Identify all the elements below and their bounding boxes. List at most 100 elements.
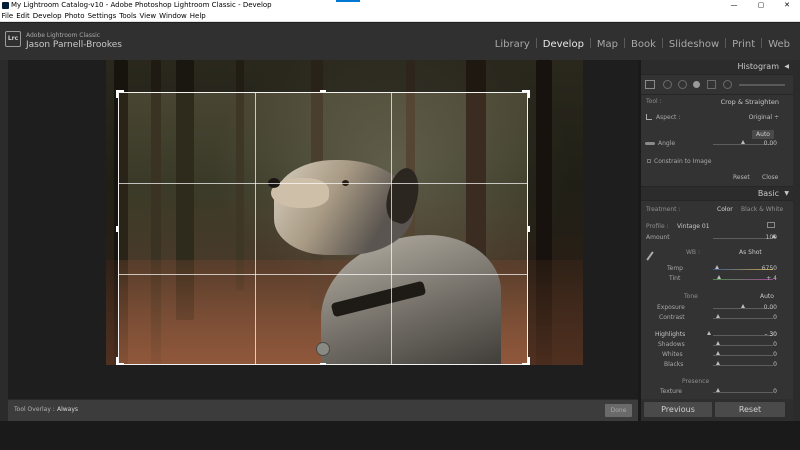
module-book[interactable]: Book (631, 39, 656, 50)
panel-divider (641, 94, 793, 95)
straighten-tool-icon[interactable] (645, 142, 655, 145)
menu-settings[interactable]: Settings (86, 11, 118, 22)
highlights-slider-knob[interactable] (707, 331, 711, 335)
module-library[interactable]: Library (495, 39, 530, 50)
texture-slider[interactable] (713, 392, 773, 393)
menu-bar: File Edit Develop Photo Settings Tools View Win… (0, 11, 800, 22)
amount-value[interactable]: 100 (766, 234, 777, 241)
identity-plate: Lrc Adobe Lightroom Classic Jason Parnel… (0, 23, 800, 60)
minimize-button[interactable]: — (721, 0, 747, 11)
contrast-slider-knob[interactable] (716, 314, 720, 318)
exposure-slider-knob[interactable] (741, 304, 745, 308)
angle-label: Angle (658, 140, 676, 147)
tint-slider[interactable] (713, 279, 773, 280)
crop-handle-bottom-left[interactable] (116, 357, 118, 365)
previous-button[interactable]: Previous (644, 402, 712, 417)
angle-slider-knob[interactable] (741, 140, 745, 144)
crop-frame[interactable] (118, 92, 528, 365)
menu-view[interactable]: View (138, 11, 158, 22)
contrast-value[interactable]: 0 (773, 314, 777, 321)
histogram-header[interactable]: Histogram ◀ (641, 60, 793, 74)
contrast-slider[interactable] (713, 318, 773, 319)
shadows-slider-knob[interactable] (716, 341, 720, 345)
treatment-bw-button[interactable]: Black & White (741, 206, 783, 213)
module-print[interactable]: Print (732, 39, 755, 50)
eyedropper-icon[interactable] (646, 251, 654, 261)
crop-grid-line (255, 93, 256, 364)
module-separator (535, 38, 537, 48)
crop-reset-button[interactable]: Reset (733, 174, 750, 181)
left-panel-collapsed[interactable] (0, 60, 8, 421)
basic-header[interactable]: Basic ▼ (641, 187, 793, 200)
temp-slider-knob[interactable] (715, 265, 719, 269)
profile-browser-icon[interactable] (767, 222, 775, 228)
crop-grid-line (119, 183, 527, 184)
blacks-slider[interactable] (713, 365, 773, 366)
tone-auto-button[interactable]: Auto (760, 293, 774, 300)
graduated-filter-icon[interactable] (693, 81, 700, 88)
shadows-value[interactable]: 0 (773, 341, 777, 348)
highlights-value[interactable]: – 30 (764, 331, 777, 338)
done-button[interactable]: Done (605, 404, 632, 417)
blacks-slider-knob[interactable] (716, 361, 720, 365)
module-map[interactable]: Map (597, 39, 618, 50)
crop-handle-right[interactable] (528, 226, 530, 232)
filmstrip-collapsed[interactable] (0, 421, 800, 450)
panel-divider (641, 74, 793, 75)
aspect-select[interactable]: Original ÷ (749, 114, 779, 121)
wb-select[interactable]: As Shot (739, 249, 762, 256)
lock-aspect-icon[interactable] (646, 114, 652, 120)
crop-mask-right (528, 92, 583, 365)
module-picker: Library Develop Map Book Slideshow Print Web (495, 38, 790, 50)
temp-value[interactable]: 6750 (762, 265, 777, 272)
crop-handle-bottom-right[interactable] (528, 357, 530, 365)
crop-handle-left[interactable] (116, 226, 118, 232)
module-develop[interactable]: Develop (543, 39, 584, 50)
reset-button[interactable]: Reset (715, 402, 785, 417)
menu-photo[interactable]: Photo (63, 11, 86, 22)
right-panel-edge[interactable] (793, 60, 800, 421)
menu-edit[interactable]: Edit (15, 11, 32, 22)
blacks-value[interactable]: 0 (773, 361, 777, 368)
radial-filter-icon[interactable] (707, 80, 716, 89)
whites-slider[interactable] (713, 355, 773, 356)
treatment-color-button[interactable]: Color (717, 206, 733, 213)
dog-photo[interactable] (106, 60, 583, 365)
menu-file[interactable]: File (0, 11, 15, 22)
profile-select[interactable]: Vintage 01 (677, 223, 710, 230)
module-web[interactable]: Web (768, 39, 790, 50)
tone-label: Tone (684, 293, 698, 300)
menu-help[interactable]: Help (188, 11, 207, 22)
menu-window[interactable]: Window (158, 11, 189, 22)
crop-tool-icon[interactable] (645, 80, 655, 89)
texture-value[interactable]: 0 (773, 388, 777, 395)
tool-value: Crop & Straighten (720, 98, 779, 106)
amount-slider[interactable] (713, 238, 773, 239)
shadows-slider[interactable] (713, 345, 773, 346)
basic-collapse-icon[interactable]: ▼ (784, 190, 789, 197)
maximize-button[interactable]: ▢ (748, 0, 774, 11)
crop-handle-top-right[interactable] (528, 90, 530, 98)
whites-slider-knob[interactable] (716, 351, 720, 355)
crop-handle-top[interactable] (320, 90, 326, 92)
crop-close-button[interactable]: Close (762, 174, 778, 181)
tool-overlay-select[interactable]: Always (57, 406, 622, 413)
constrain-checkbox[interactable] (647, 159, 651, 163)
crop-handle-bottom[interactable] (320, 363, 326, 365)
tint-value[interactable]: + 4 (766, 275, 777, 282)
spot-removal-icon[interactable] (663, 80, 672, 89)
histogram-collapse-icon[interactable]: ◀ (784, 63, 789, 70)
close-window-button[interactable]: ✕ (774, 0, 800, 11)
angle-value[interactable]: 0.00 (764, 140, 777, 147)
menu-develop[interactable]: Develop (31, 11, 63, 22)
menu-tools[interactable]: Tools (118, 11, 138, 22)
angle-auto-button[interactable]: Auto (752, 130, 774, 139)
texture-slider-knob[interactable] (716, 388, 720, 392)
module-slideshow[interactable]: Slideshow (669, 39, 719, 50)
whites-value[interactable]: 0 (773, 351, 777, 358)
exposure-value[interactable]: 0.00 (764, 304, 777, 311)
brush-icon[interactable] (723, 80, 732, 89)
crop-handle-top-left[interactable] (116, 90, 118, 98)
tint-slider-knob[interactable] (717, 275, 721, 279)
red-eye-icon[interactable] (678, 80, 687, 89)
